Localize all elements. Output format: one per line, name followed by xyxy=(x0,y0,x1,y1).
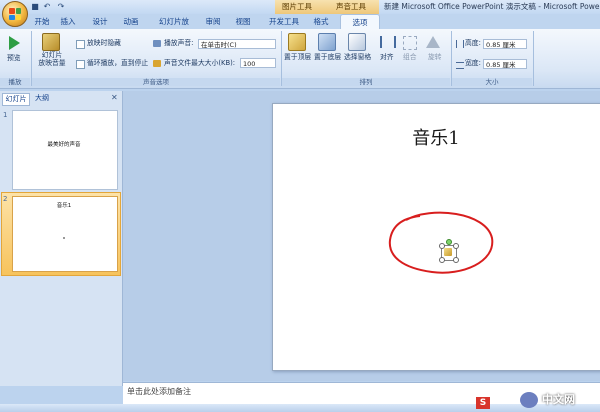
status-bar xyxy=(0,404,600,412)
office-button[interactable] xyxy=(2,1,28,27)
sound-tools-label: 声音工具 xyxy=(336,2,366,11)
group-title-sound-options: 声音选项 xyxy=(32,78,280,86)
resize-handle[interactable] xyxy=(453,243,459,249)
tab-slideshow[interactable]: 幻灯片放映 xyxy=(156,15,192,40)
watermark-text: 中文网 xyxy=(542,393,575,406)
slides-tab[interactable]: 幻灯片 xyxy=(2,93,30,106)
slide-title[interactable]: 音乐1 xyxy=(272,124,600,150)
loop-checkbox[interactable] xyxy=(76,60,85,69)
window-title: 新建 Microsoft Office PowerPoint 演示文稿 - Mi… xyxy=(384,2,600,11)
tab-review[interactable]: 审阅 xyxy=(204,15,222,29)
tab-insert[interactable]: 插入 xyxy=(60,15,76,29)
file-size-icon xyxy=(153,60,161,67)
picture-tools-label: 图片工具 xyxy=(282,2,312,11)
thumbnail-speaker-icon xyxy=(63,237,65,239)
max-file-size-label: 声音文件最大大小(KB): xyxy=(164,59,236,67)
group-title-play: 播放 xyxy=(0,78,30,86)
tab-home[interactable]: 开始 xyxy=(34,15,50,29)
volume-icon[interactable] xyxy=(42,33,60,51)
selection-pane-button[interactable]: 选择窗格 xyxy=(344,53,371,62)
bring-forward-button[interactable]: 置于顶层 xyxy=(284,53,311,62)
tab-animations[interactable]: 动画 xyxy=(122,15,140,29)
height-label: 高度: xyxy=(465,39,481,47)
speaker-icon[interactable] xyxy=(444,248,452,256)
bring-forward-icon[interactable] xyxy=(288,33,306,51)
outline-tab[interactable]: 大纲 xyxy=(32,93,52,104)
loop-label: 循环播放，直到停止 xyxy=(87,59,149,67)
rotate-button[interactable]: 旋转 xyxy=(428,53,442,62)
group-title-size: 大小 xyxy=(452,78,532,86)
close-pane-icon[interactable]: ✕ xyxy=(111,93,118,102)
width-label: 宽度: xyxy=(465,59,481,67)
max-file-size-field[interactable]: 100 xyxy=(240,58,276,68)
hide-during-show-label: 放映时隐藏 xyxy=(87,39,121,47)
tab-options[interactable]: 选项 xyxy=(340,14,380,30)
group-title-arrange: 排列 xyxy=(282,78,450,86)
send-backward-icon[interactable] xyxy=(318,33,336,51)
preview-button[interactable]: 预览 xyxy=(7,54,21,63)
redo-icon[interactable]: ↷ xyxy=(56,2,66,11)
undo-icon[interactable]: ↶ xyxy=(42,2,52,11)
tab-developer[interactable]: 开发工具 xyxy=(268,15,300,29)
group-button[interactable]: 组合 xyxy=(403,53,417,62)
play-sound-dropdown[interactable]: 在单击时(C) xyxy=(198,39,276,49)
height-icon xyxy=(456,40,464,48)
ribbon-tab-row xyxy=(0,14,600,29)
thumbnail-1-title: 最美好的声音 xyxy=(47,142,81,148)
speaker-small-icon xyxy=(153,40,161,47)
send-backward-button[interactable]: 置于底层 xyxy=(314,53,341,62)
width-icon xyxy=(456,62,464,69)
slideshow-volume-button[interactable]: 幻灯片 放映音量 xyxy=(36,51,68,67)
notes-placeholder[interactable]: 单击此处添加备注 xyxy=(127,386,191,397)
office-logo-icon xyxy=(9,8,21,20)
play-sound-label: 播放声音: xyxy=(164,39,194,47)
rotate-handle[interactable] xyxy=(446,239,452,245)
thumbnail-2-title: 音乐1 xyxy=(56,203,72,209)
selection-pane-icon[interactable] xyxy=(348,33,366,51)
width-field[interactable]: 0.85 厘米 xyxy=(483,59,527,69)
slide-thumbnail-1[interactable] xyxy=(12,110,118,190)
tab-format[interactable]: 格式 xyxy=(312,15,330,29)
slide-number: 2 xyxy=(3,195,8,203)
rotate-icon[interactable] xyxy=(426,36,440,48)
php-logo-icon xyxy=(520,392,538,408)
slide-number: 1 xyxy=(3,111,8,119)
input-method-icon[interactable]: S xyxy=(476,397,490,409)
align-icon[interactable] xyxy=(380,36,396,48)
tab-view[interactable]: 视图 xyxy=(234,15,252,29)
save-icon[interactable]: ■ xyxy=(30,2,40,11)
ribbon-separator xyxy=(533,31,534,86)
group-icon[interactable] xyxy=(403,36,417,50)
play-icon[interactable] xyxy=(9,36,20,50)
hide-during-show-checkbox[interactable] xyxy=(76,40,85,49)
tab-design[interactable]: 设计 xyxy=(92,15,108,29)
resize-handle[interactable] xyxy=(453,257,459,263)
align-button[interactable]: 对齐 xyxy=(380,53,394,62)
height-field[interactable]: 0.85 厘米 xyxy=(483,39,527,49)
resize-handle[interactable] xyxy=(439,257,445,263)
